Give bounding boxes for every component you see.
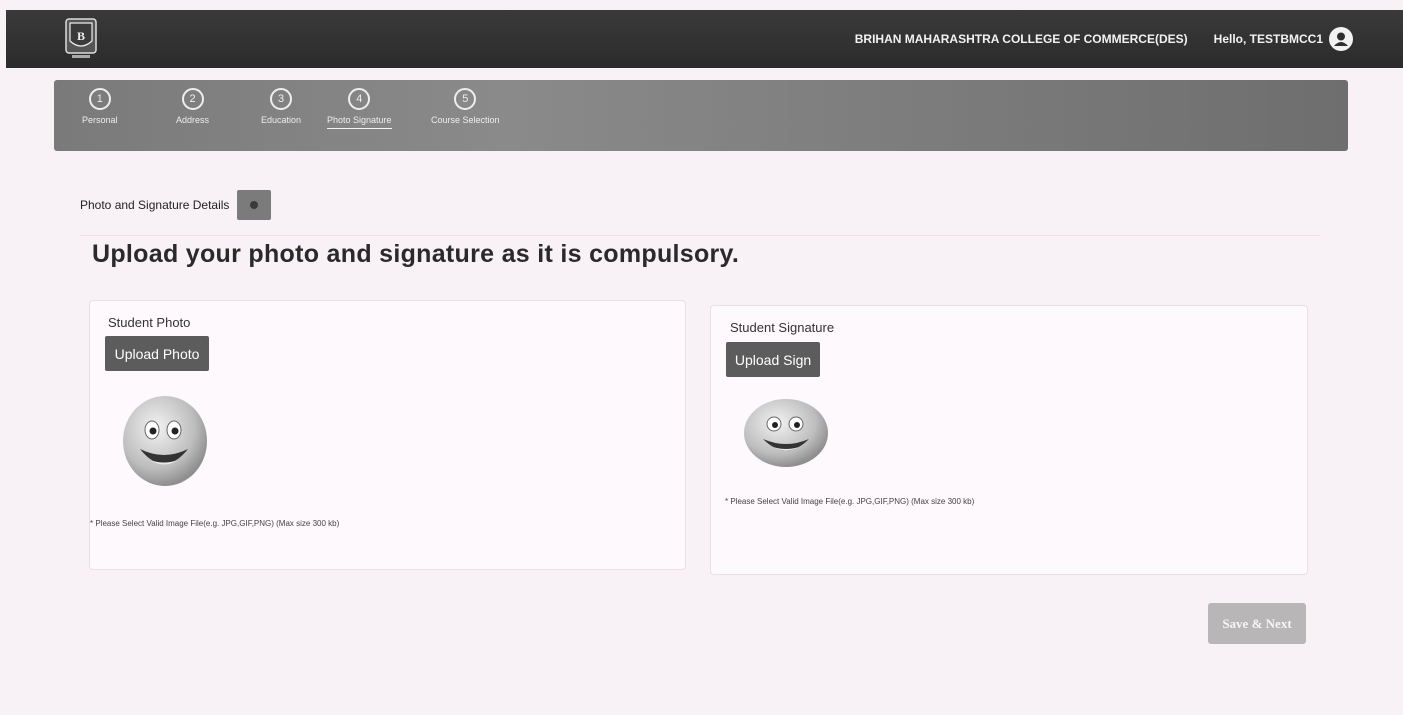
signature-file-hint: * Please Select Valid Image File(e.g. JP… — [725, 497, 975, 506]
step-label: Education — [261, 115, 302, 125]
step-education[interactable]: 3 Education — [261, 88, 301, 125]
wizard-steps-bar: 1 Personal 2 Address 3 Education 4 Photo… — [54, 80, 1348, 151]
step-label: Personal — [82, 115, 118, 125]
signature-placeholder-smiley-icon — [744, 399, 828, 467]
step-course-selection[interactable]: 5 Course Selection — [431, 88, 500, 125]
step-photo-signature[interactable]: 4 Photo Signature — [327, 88, 392, 129]
section-heading: Photo and Signature Details — [80, 198, 230, 212]
user-menu[interactable]: Hello, TESTBMCC1 — [1214, 27, 1353, 51]
save-next-button[interactable]: Save & Next — [1208, 603, 1306, 644]
step-number: 5 — [454, 88, 477, 110]
circle-icon — [250, 201, 259, 209]
student-photo-label: Student Photo — [108, 315, 191, 330]
step-number: 3 — [270, 88, 293, 110]
college-logo[interactable]: B — [56, 12, 106, 66]
page-title: Upload your photo and signature as it is… — [92, 240, 740, 268]
step-label: Address — [176, 115, 210, 125]
upload-sign-button[interactable]: Upload Sign — [726, 342, 820, 377]
top-navbar: B BRIHAN MAHARASHTRA COLLEGE OF COMMERCE… — [6, 10, 1403, 68]
step-number: 4 — [348, 88, 371, 110]
user-greeting: Hello, TESTBMCC1 — [1213, 32, 1323, 46]
section-header: Photo and Signature Details — [80, 190, 272, 220]
photo-file-hint: * Please Select Valid Image File(e.g. JP… — [90, 519, 340, 528]
student-signature-card: Student Signature Upload Sign * Please S… — [710, 305, 1308, 575]
step-address[interactable]: 2 Address — [176, 88, 209, 125]
svg-text:B: B — [77, 29, 85, 43]
step-label: Photo Signature — [327, 115, 392, 129]
step-personal[interactable]: 1 Personal — [82, 88, 118, 125]
step-number: 2 — [181, 88, 204, 110]
upload-photo-button[interactable]: Upload Photo — [105, 336, 209, 371]
student-photo-card: Student Photo Upload Photo * Please Sele… — [89, 300, 686, 570]
step-label: Course Selection — [431, 115, 500, 125]
photo-placeholder-smiley-icon — [123, 396, 207, 486]
student-signature-label: Student Signature — [730, 320, 835, 335]
college-name: BRIHAN MAHARASHTRA COLLEGE OF COMMERCE(D… — [854, 32, 1188, 46]
step-number: 1 — [88, 88, 111, 110]
section-toggle-button[interactable] — [237, 190, 272, 220]
user-avatar-icon[interactable] — [1329, 27, 1353, 51]
section-divider — [80, 235, 1320, 236]
